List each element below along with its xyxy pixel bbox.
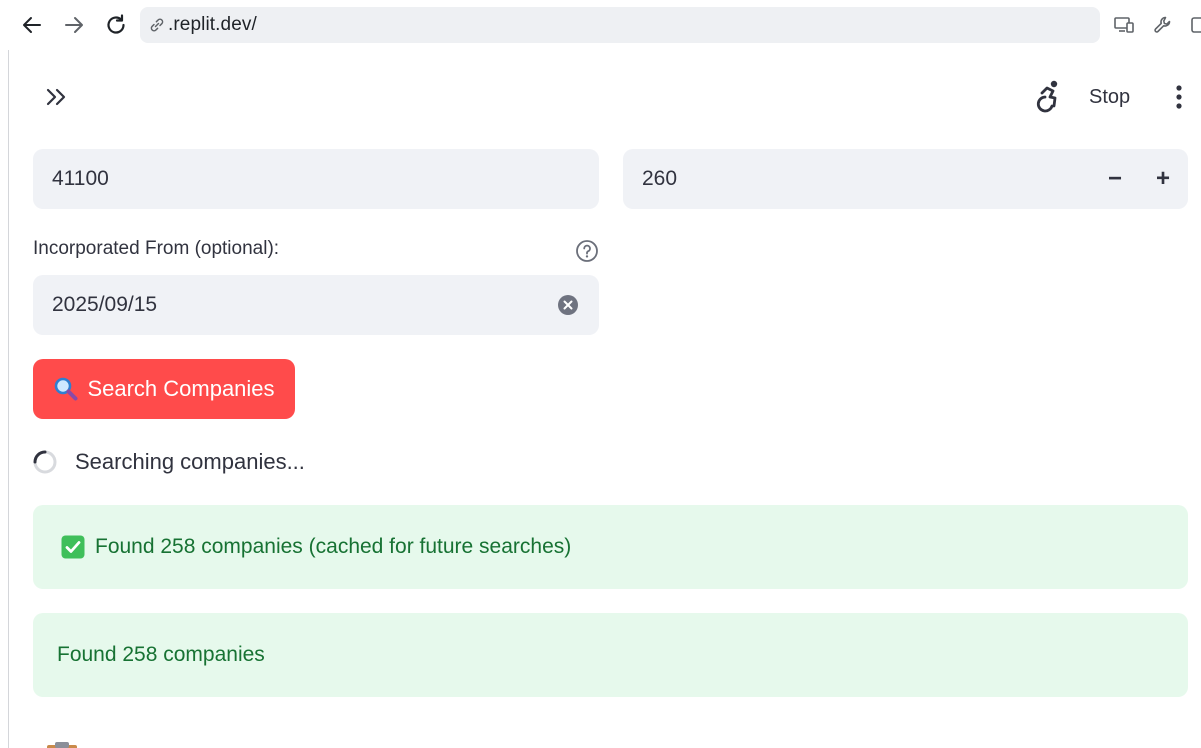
magnifier-icon	[53, 376, 79, 402]
wrench-icon[interactable]	[1150, 12, 1176, 38]
incorporated-date-value: 2025/09/15	[52, 293, 158, 316]
sidebar-expand-icon[interactable]	[43, 84, 71, 110]
count-number-input[interactable]: 260 − +	[623, 149, 1188, 209]
back-icon[interactable]	[17, 10, 47, 40]
devices-icon[interactable]	[1111, 12, 1137, 38]
reload-icon[interactable]	[101, 10, 131, 40]
accessibility-running-icon	[1033, 80, 1063, 114]
success-alert-cached-text: Found 258 companies (cached for future s…	[95, 535, 572, 558]
forward-icon[interactable]	[59, 10, 89, 40]
link-icon	[148, 16, 166, 34]
search-companies-label: Search Companies	[87, 376, 275, 401]
count-input-value: 260	[642, 167, 678, 190]
stop-button[interactable]: Stop	[1089, 86, 1130, 109]
search-companies-button[interactable]: Search Companies	[33, 359, 295, 419]
app-container: Stop 41100 260 − + Incorporated From (op…	[8, 50, 1201, 748]
searching-status-text: Searching companies...	[75, 449, 305, 474]
success-alert: Found 258 companies	[33, 613, 1188, 697]
help-icon[interactable]	[575, 239, 599, 263]
browser-toolbar: .replit.dev/	[0, 0, 1201, 50]
incorporated-date-input[interactable]: 2025/09/15	[33, 275, 599, 335]
incorporated-from-label: Incorporated From (optional):	[33, 238, 280, 259]
loading-spinner-icon	[33, 450, 57, 474]
check-mark-icon	[61, 535, 85, 559]
address-bar[interactable]: .replit.dev/	[140, 7, 1100, 43]
increment-button[interactable]: +	[1140, 149, 1186, 209]
success-alert-cached: Found 258 companies (cached for future s…	[33, 505, 1188, 589]
more-vertical-icon[interactable]	[1167, 83, 1191, 111]
decrement-button[interactable]: −	[1092, 149, 1138, 209]
window-icon[interactable]	[1188, 12, 1201, 38]
success-alert-text: Found 258 companies	[57, 643, 265, 666]
clipboard-icon	[45, 740, 79, 748]
code-input-value: 41100	[52, 167, 109, 190]
code-input[interactable]: 41100	[33, 149, 599, 209]
clear-icon[interactable]	[557, 294, 579, 316]
url-text: .replit.dev/	[168, 14, 257, 35]
